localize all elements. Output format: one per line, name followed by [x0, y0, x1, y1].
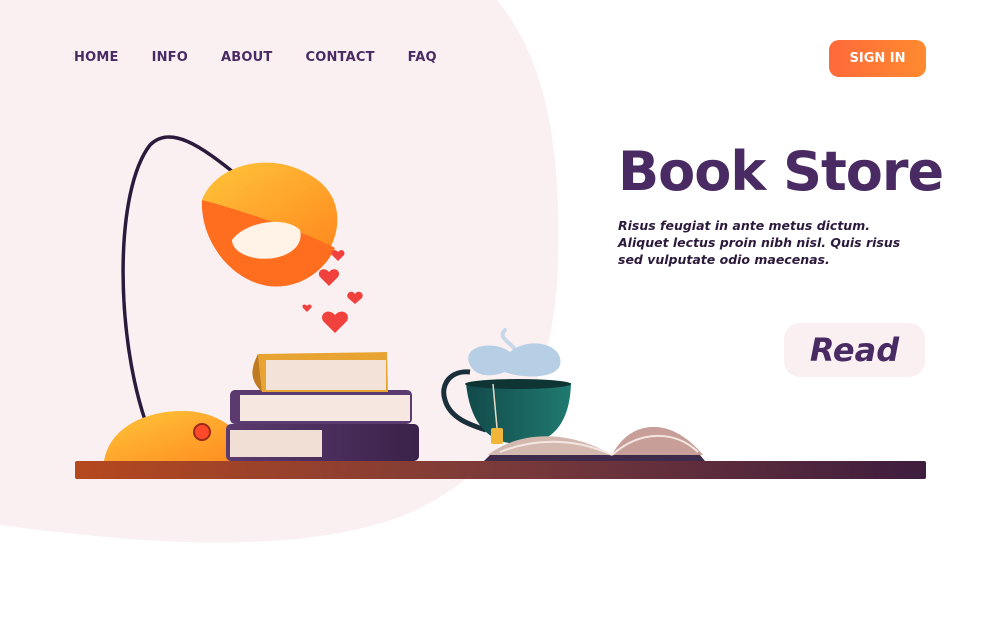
- book-stack-icon: [226, 352, 419, 461]
- desk-illustration: [75, 135, 926, 479]
- desk-shelf: [75, 461, 926, 479]
- tea-cup-icon: [441, 328, 571, 444]
